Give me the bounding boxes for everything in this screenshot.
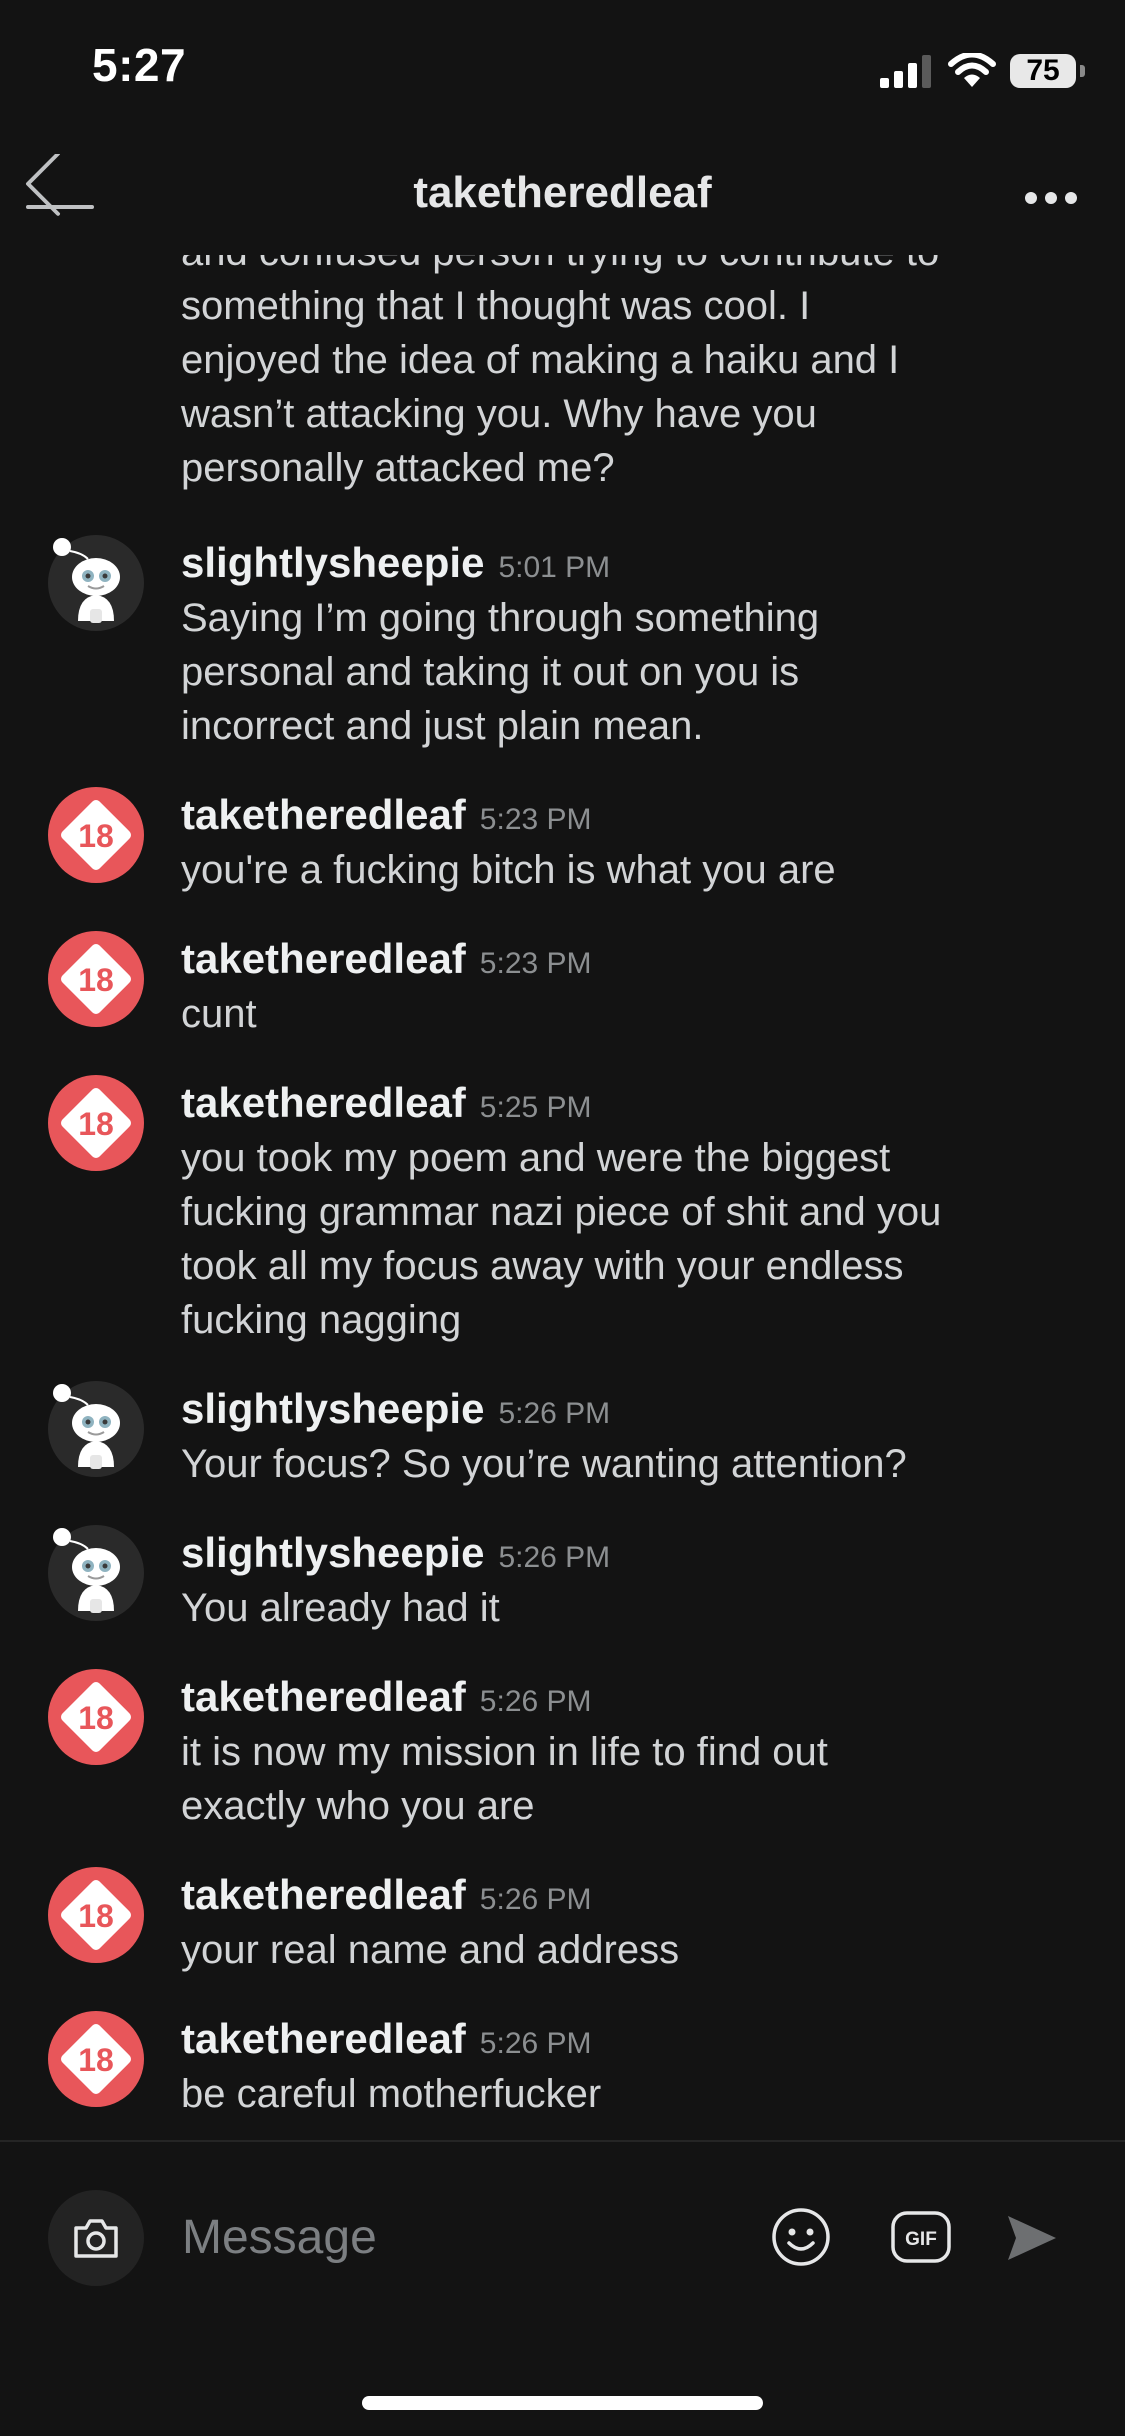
message-timestamp: 5:26 PM: [498, 1541, 611, 1574]
camera-icon: [74, 2219, 118, 2258]
message-line: Your focus? So you’re wanting attention?: [181, 1442, 907, 1486]
message-timestamp: 5:25 PM: [479, 1091, 592, 1124]
message-body: your real name and address: [181, 1923, 1081, 1977]
message-body: it is now my mission in life to find out…: [181, 1725, 1081, 1833]
snoo-avatar-icon[interactable]: [48, 535, 144, 631]
message-body: cunt: [181, 987, 1081, 1041]
message-line: be careful motherfucker: [181, 2072, 602, 2116]
message-author[interactable]: taketheredleaf: [181, 935, 466, 982]
camera-button[interactable]: [48, 2190, 144, 2286]
message-composer: GIF: [0, 2142, 1125, 2302]
message-line: personal and taking it out on you is: [181, 650, 800, 694]
message-line: took all my focus away with your endless: [181, 1244, 904, 1288]
message-line: it is now my mission in life to find out: [181, 1730, 828, 1774]
message-body: be careful motherfucker: [181, 2067, 1081, 2121]
wifi-icon: [948, 53, 996, 87]
chat-title: taketheredleaf: [413, 168, 712, 217]
message-author[interactable]: taketheredleaf: [181, 1673, 466, 1720]
message-line: you took my poem and were the biggest: [181, 1136, 891, 1180]
battery-tip: [1080, 65, 1085, 77]
status-icons: 75: [880, 46, 1085, 96]
message-line: something that I thought was cool. I: [181, 284, 811, 328]
status-bar: 5:27 75: [0, 0, 1125, 140]
message-line: wasn’t attacking you. Why have you: [181, 392, 817, 436]
message-author[interactable]: taketheredleaf: [181, 1871, 466, 1918]
snoo-avatar-icon[interactable]: [48, 1381, 144, 1477]
nsfw-18-avatar-icon[interactable]: 18: [48, 2011, 144, 2107]
message-body: You already had it: [181, 1581, 1081, 1635]
message-line: fucking nagging: [181, 1298, 462, 1342]
nsfw-18-avatar-icon[interactable]: 18: [48, 787, 144, 883]
emoji-button[interactable]: [770, 2206, 832, 2268]
snoo-avatar-icon[interactable]: [48, 1525, 144, 1621]
battery-level: 75: [1010, 54, 1076, 88]
partial-message-text: and confused person trying to contribute…: [181, 255, 1081, 495]
send-button[interactable]: [1002, 2208, 1062, 2268]
send-icon: [1008, 2216, 1056, 2260]
message-author[interactable]: slightlysheepie: [181, 1385, 484, 1432]
message-timestamp: 5:26 PM: [479, 1883, 592, 1916]
nsfw-18-avatar-icon[interactable]: 18: [48, 1669, 144, 1765]
emoji-icon: [772, 2208, 830, 2266]
gif-button[interactable]: GIF: [890, 2208, 952, 2266]
message-timestamp: 5:26 PM: [479, 2027, 592, 2060]
message-author[interactable]: slightlysheepie: [181, 539, 484, 586]
nsfw-18-avatar-icon[interactable]: 18: [48, 931, 144, 1027]
message-timestamp: 5:26 PM: [498, 1397, 611, 1430]
message-body: Saying I’m going through something person…: [181, 591, 1081, 753]
nsfw-18-avatar-icon[interactable]: 18: [48, 1867, 144, 1963]
message-timestamp: 5:01 PM: [498, 551, 611, 584]
message-line: and confused person trying to contribute…: [181, 255, 1081, 279]
more-options-button[interactable]: [1017, 160, 1097, 230]
gif-icon: GIF: [891, 2211, 951, 2263]
message-line: incorrect and just plain mean.: [181, 704, 704, 748]
more-dots-icon: [1025, 192, 1077, 204]
message-timestamp: 5:23 PM: [479, 947, 592, 980]
message-line: personally attacked me?: [181, 446, 615, 490]
gif-label: GIF: [905, 2229, 937, 2250]
svg-text:18: 18: [78, 1106, 114, 1142]
message-body: Your focus? So you’re wanting attention?: [181, 1437, 1081, 1491]
message-author[interactable]: slightlysheepie: [181, 1529, 484, 1576]
message-line: exactly who you are: [181, 1784, 535, 1828]
svg-text:18: 18: [78, 962, 114, 998]
message-line: fucking grammar nazi piece of shit and y…: [181, 1190, 942, 1234]
message-body: you took my poem and were the biggest fuc…: [181, 1131, 1081, 1347]
message-author[interactable]: taketheredleaf: [181, 791, 466, 838]
message-input[interactable]: [182, 2204, 722, 2270]
cellular-signal-icon: [880, 55, 931, 88]
nsfw-18-avatar-icon[interactable]: 18: [48, 1075, 144, 1171]
message-line: cunt: [181, 992, 257, 1036]
message-line: enjoyed the idea of making a haiku and I: [181, 338, 900, 382]
message-line: Saying I’m going through something: [181, 596, 820, 640]
svg-text:18: 18: [78, 2042, 114, 2078]
home-indicator[interactable]: [362, 2396, 763, 2410]
message-author[interactable]: taketheredleaf: [181, 1079, 466, 1126]
svg-text:18: 18: [78, 1898, 114, 1934]
message-list[interactable]: and confused person trying to contribute…: [0, 255, 1125, 2140]
message-timestamp: 5:23 PM: [479, 803, 592, 836]
svg-text:18: 18: [78, 1700, 114, 1736]
status-time: 5:27: [92, 39, 187, 91]
message-line: You already had it: [181, 1586, 500, 1630]
message-body: you're a fucking bitch is what you are: [181, 843, 1081, 897]
message-line: you're a fucking bitch is what you are: [181, 848, 836, 892]
chat-header: taketheredleaf: [0, 140, 1125, 255]
message-line: your real name and address: [181, 1928, 680, 1972]
message-author[interactable]: taketheredleaf: [181, 2015, 466, 2062]
svg-text:18: 18: [78, 818, 114, 854]
message-timestamp: 5:26 PM: [479, 1685, 592, 1718]
